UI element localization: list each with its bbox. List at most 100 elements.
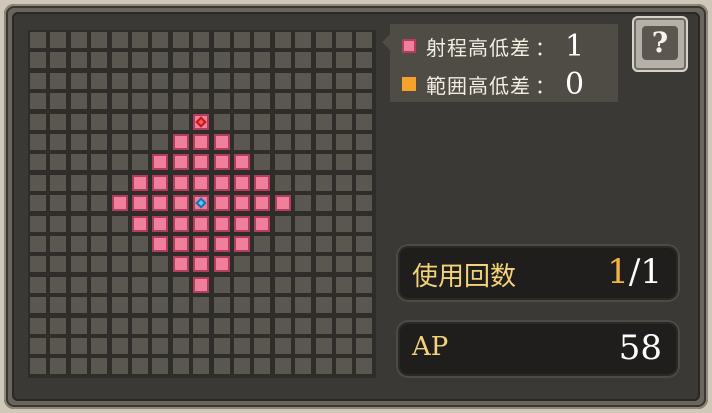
grid-cell bbox=[356, 32, 373, 48]
grid-cell bbox=[193, 358, 210, 375]
grid-cell bbox=[50, 317, 67, 334]
range-cell bbox=[172, 256, 189, 273]
grid-cell bbox=[91, 236, 108, 252]
uses-label: 使用回数 bbox=[412, 262, 517, 292]
grid-cell bbox=[336, 154, 352, 171]
grid-cell bbox=[132, 154, 148, 171]
grid-cell bbox=[30, 174, 46, 191]
ap-label: AP bbox=[412, 332, 449, 362]
grid-cell bbox=[254, 134, 271, 150]
grid-cell bbox=[91, 32, 108, 48]
grid-cell bbox=[254, 154, 271, 171]
grid-cell bbox=[70, 338, 87, 354]
ap-box: AP 58 bbox=[396, 320, 680, 378]
grid-cell bbox=[336, 276, 352, 293]
grid-cell bbox=[274, 338, 291, 354]
grid-cell bbox=[91, 297, 108, 314]
grid-cell bbox=[70, 297, 87, 314]
grid-cell bbox=[295, 52, 312, 69]
grid-cell bbox=[30, 134, 46, 150]
grid-cell bbox=[91, 174, 108, 191]
uses-max: 1 bbox=[640, 252, 662, 292]
grid-cell bbox=[213, 358, 230, 375]
grid-cell bbox=[111, 72, 128, 89]
grid-cell bbox=[234, 317, 250, 334]
grid-cell bbox=[254, 276, 271, 293]
grid-cell bbox=[91, 338, 108, 354]
grid-cell bbox=[295, 358, 312, 375]
grid-cell bbox=[213, 113, 230, 130]
grid-cell bbox=[91, 215, 108, 232]
range-cell bbox=[234, 236, 250, 252]
range-cell bbox=[193, 236, 210, 252]
grid-cell bbox=[193, 72, 210, 89]
grid-cell bbox=[234, 256, 250, 273]
question-icon: ? bbox=[642, 26, 678, 60]
range-cell bbox=[193, 256, 210, 273]
grid-cell bbox=[111, 317, 128, 334]
grid-cell bbox=[111, 236, 128, 252]
range-cell bbox=[172, 134, 189, 150]
grid-cell bbox=[91, 113, 108, 130]
grid-cell bbox=[50, 113, 67, 130]
grid-cell bbox=[111, 113, 128, 130]
grid-cell bbox=[152, 276, 169, 293]
grid-cell bbox=[274, 236, 291, 252]
range-cell bbox=[132, 215, 148, 232]
grid-cell bbox=[213, 32, 230, 48]
grid-cell bbox=[213, 297, 230, 314]
grid-cell bbox=[70, 276, 87, 293]
grid-cell bbox=[254, 297, 271, 314]
range-cell bbox=[254, 215, 271, 232]
grid-cell bbox=[111, 297, 128, 314]
grid-cell bbox=[274, 134, 291, 150]
help-button[interactable]: ? bbox=[632, 16, 688, 72]
grid-cell bbox=[30, 317, 46, 334]
range-height-swatch bbox=[402, 39, 416, 53]
grid-cell bbox=[30, 195, 46, 212]
ap-value: 58 bbox=[618, 328, 662, 368]
uses-value: 1/1 bbox=[607, 252, 662, 292]
grid-cell bbox=[30, 72, 46, 89]
grid-cell bbox=[254, 32, 271, 48]
grid-cell bbox=[295, 338, 312, 354]
grid-cell bbox=[295, 317, 312, 334]
grid-cell bbox=[111, 174, 128, 191]
grid-cell bbox=[132, 256, 148, 273]
grid-cell bbox=[254, 93, 271, 110]
range-cell bbox=[234, 174, 250, 191]
grid-cell bbox=[336, 195, 352, 212]
grid-cell bbox=[274, 276, 291, 293]
grid-cell bbox=[152, 134, 169, 150]
grid-cell bbox=[336, 134, 352, 150]
grid-cell bbox=[234, 276, 250, 293]
grid-cell bbox=[132, 32, 148, 48]
grid-cell bbox=[336, 317, 352, 334]
grid-cell bbox=[70, 215, 87, 232]
grid-cell bbox=[30, 236, 46, 252]
grid-cell bbox=[234, 52, 250, 69]
range-cell bbox=[234, 195, 250, 212]
grid-cell bbox=[315, 93, 332, 110]
grid-cell bbox=[295, 93, 312, 110]
range-cell bbox=[213, 256, 230, 273]
range-cell bbox=[152, 154, 169, 171]
grid-cell bbox=[234, 297, 250, 314]
grid-cell bbox=[356, 358, 373, 375]
grid-cell bbox=[213, 276, 230, 293]
area-height-swatch bbox=[402, 77, 416, 91]
grid-cell bbox=[295, 256, 312, 273]
range-cell bbox=[274, 195, 291, 212]
grid-cell bbox=[70, 317, 87, 334]
grid-cell bbox=[315, 174, 332, 191]
grid-cell bbox=[336, 72, 352, 89]
grid-cell bbox=[295, 154, 312, 171]
grid-cell bbox=[132, 113, 148, 130]
grid-cell bbox=[193, 52, 210, 69]
grid-cell bbox=[70, 93, 87, 110]
range-cell bbox=[254, 174, 271, 191]
grid-cell bbox=[132, 236, 148, 252]
grid-cell bbox=[274, 358, 291, 375]
grid-cell bbox=[132, 338, 148, 354]
grid-cell bbox=[172, 113, 189, 130]
